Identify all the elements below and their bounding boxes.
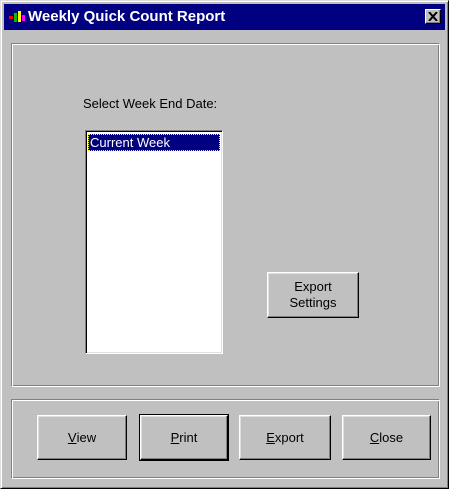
view-button[interactable]: View xyxy=(37,415,127,460)
export-settings-label-line1: Export xyxy=(294,279,332,294)
selection-group xyxy=(11,43,440,387)
window-title: Weekly Quick Count Report xyxy=(28,8,226,25)
week-end-date-listbox[interactable]: Current Week xyxy=(85,130,223,354)
week-end-date-label: Select Week End Date: xyxy=(83,96,218,111)
close-button-mnemonic: C xyxy=(369,429,380,445)
print-button-label: rint xyxy=(179,429,198,445)
title-bar[interactable]: Weekly Quick Count Report xyxy=(4,4,445,30)
export-button-label: xport xyxy=(274,429,304,445)
view-button-mnemonic: V xyxy=(67,429,77,445)
close-icon xyxy=(428,12,438,21)
export-settings-button[interactable]: Export Settings xyxy=(267,272,359,318)
close-button[interactable]: Close xyxy=(342,415,431,460)
list-item-current-week[interactable]: Current Week xyxy=(88,134,220,151)
close-button-label: lose xyxy=(379,429,404,445)
export-settings-label-line2: Settings xyxy=(289,295,337,310)
report-dialog: Weekly Quick Count Report Select Week En… xyxy=(0,0,449,489)
print-button-mnemonic: P xyxy=(170,429,180,445)
export-button[interactable]: Export xyxy=(239,415,331,460)
print-button[interactable]: Print xyxy=(139,414,229,461)
export-button-mnemonic: E xyxy=(266,429,275,445)
app-logo-icon xyxy=(9,11,25,22)
view-button-label: iew xyxy=(76,429,97,445)
close-window-button[interactable] xyxy=(425,9,441,24)
